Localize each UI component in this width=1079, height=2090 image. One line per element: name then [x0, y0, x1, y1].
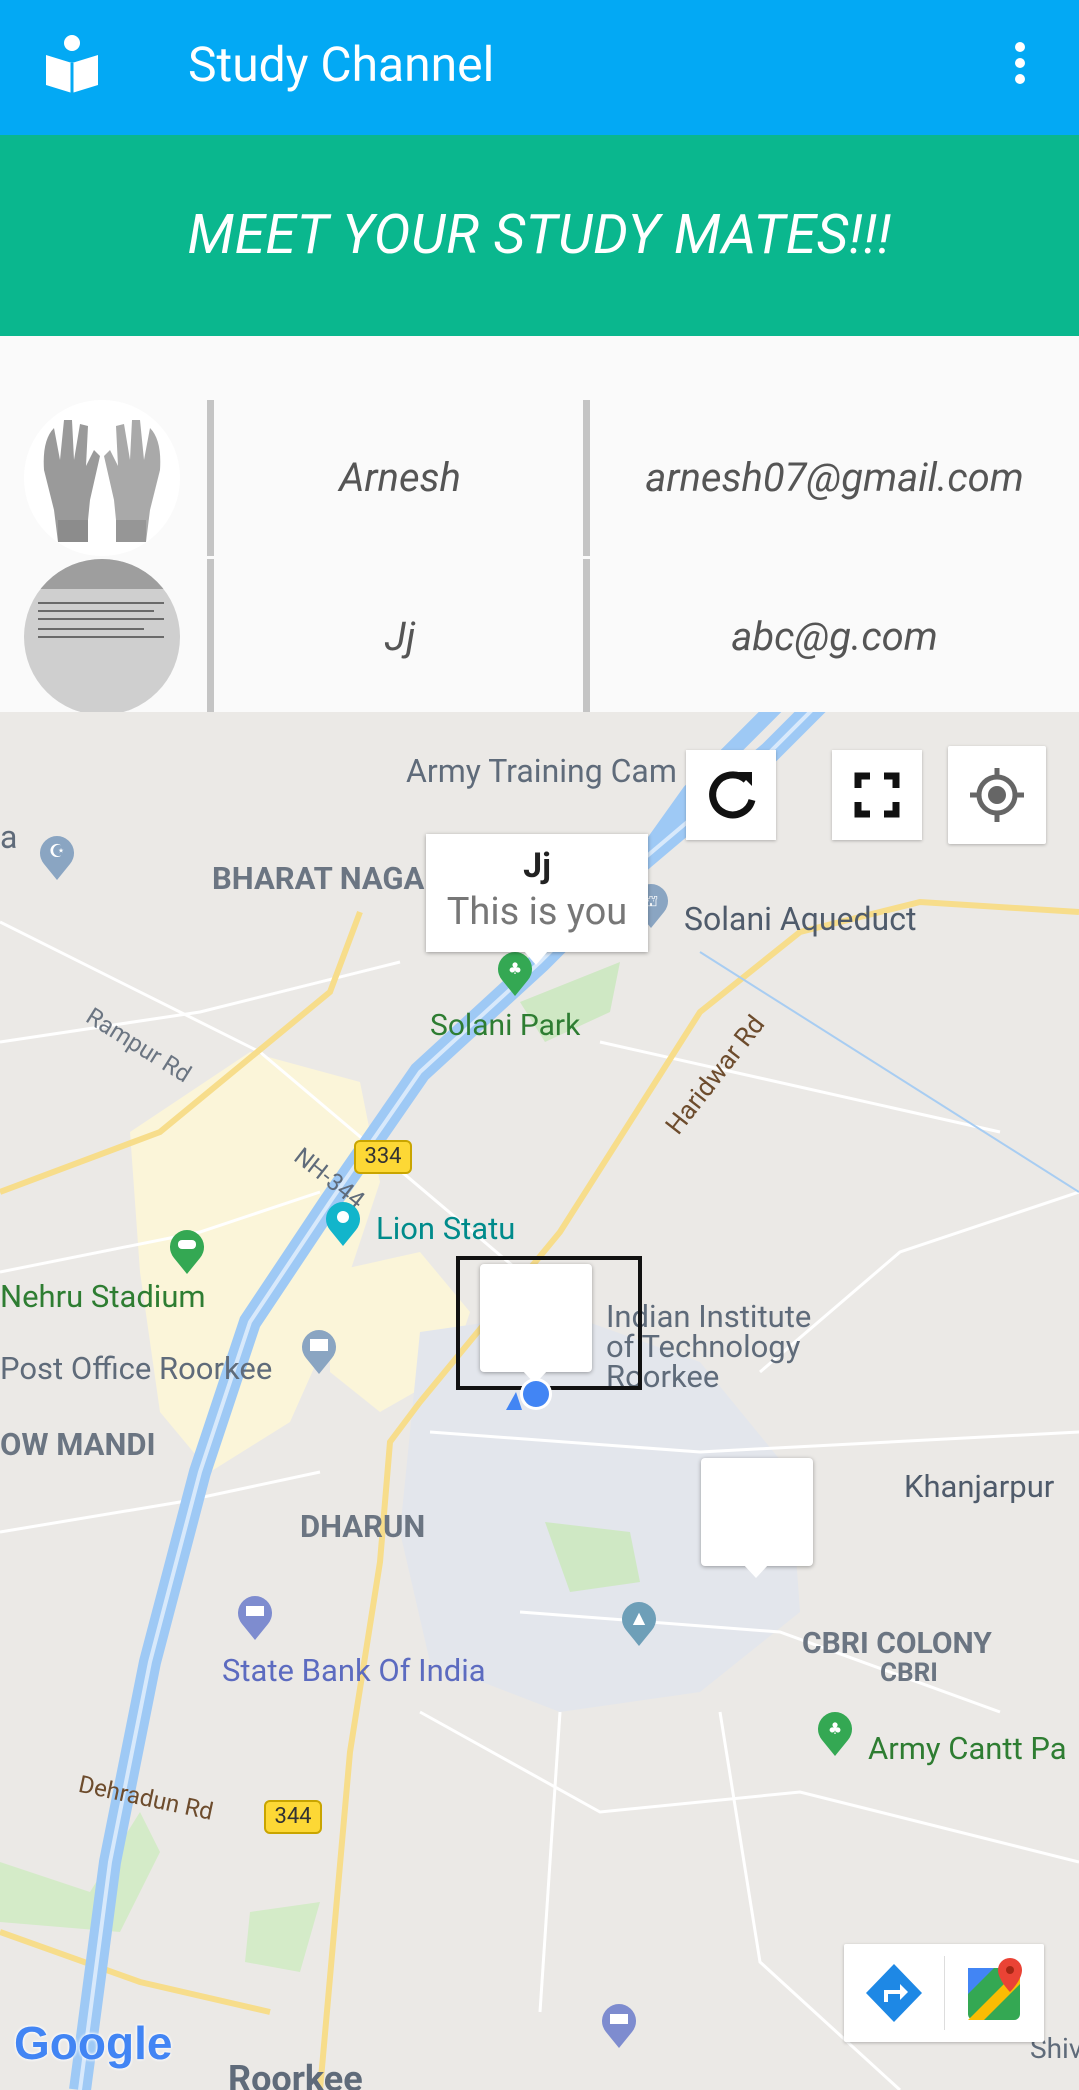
google-logo: Google [14, 2017, 173, 2069]
avatar [24, 400, 180, 556]
map-label: Solani Aqueduct [684, 900, 917, 938]
bank-pin-icon [602, 2004, 636, 2048]
map-label: Nehru Stadium [0, 1278, 206, 1315]
app-bar: Study Channel [0, 0, 1079, 135]
mosque-pin-icon: ☪ [40, 836, 74, 880]
refresh-icon [709, 771, 756, 819]
map-label: Army Training Cam [406, 752, 677, 790]
current-location-dot-icon [506, 1378, 552, 1410]
info-window-pointer [524, 951, 548, 965]
map-label: a [0, 818, 18, 856]
map-label: Khanjarpur [904, 1468, 1055, 1505]
reading-person-icon [46, 35, 98, 93]
divider [207, 400, 214, 556]
avatar [24, 559, 180, 712]
google-maps-icon [968, 1958, 1022, 2020]
my-location-button[interactable] [948, 746, 1046, 844]
camera-pin-icon [326, 1202, 360, 1246]
map-label: Solani Park [430, 1008, 581, 1043]
map-label: CBRI [880, 1658, 938, 1688]
map-label: Army Cantt Pa [868, 1730, 1067, 1767]
info-window-snippet: This is you [446, 890, 628, 934]
map-label: Post Office Roorkee [0, 1350, 273, 1387]
highway-shield: 334 [354, 1140, 412, 1174]
map-label: DHARUN [300, 1508, 426, 1545]
info-window-title: Jj [523, 846, 551, 886]
map-label: BHARAT NAGAR [212, 860, 445, 897]
more-vert-icon[interactable] [1004, 38, 1036, 88]
map-view[interactable]: Army Training Cam a BHARAT NAGAR Solani … [0, 712, 1079, 2090]
app-title: Study Channel [188, 36, 495, 93]
divider [583, 400, 590, 556]
map-label: Roorkee [228, 2058, 363, 2090]
mate-marker[interactable] [701, 1458, 813, 1566]
map-label: Lion Statu [376, 1210, 516, 1247]
mate-email: arnesh07@gmail.com [645, 454, 1024, 501]
mate-marker-pointer [743, 1564, 769, 1578]
user-marker[interactable] [480, 1264, 592, 1372]
divider [583, 559, 590, 712]
svg-text:♣: ♣ [828, 1719, 842, 1738]
svg-text:▲: ▲ [633, 1608, 646, 1627]
banner-text: MEET YOUR STUDY MATES!!! [187, 203, 892, 267]
map-label: OW MANDI [0, 1426, 156, 1463]
banner: MEET YOUR STUDY MATES!!! [0, 135, 1079, 336]
park-pin-icon: ♣ [818, 1712, 852, 1756]
divider [207, 559, 214, 712]
refresh-button[interactable] [686, 750, 776, 840]
university-pin-icon: ▲ [622, 1602, 656, 1646]
document-photo [24, 559, 180, 712]
bank-pin-icon [238, 1596, 272, 1640]
directions-icon [866, 1964, 922, 2022]
fullscreen-button[interactable] [832, 750, 922, 840]
gloves-photo [24, 400, 180, 556]
highway-shield: 344 [264, 1800, 322, 1834]
mate-email: abc@g.com [731, 613, 938, 660]
svg-text:♣: ♣ [508, 959, 522, 978]
google-maps-button[interactable] [944, 1944, 1044, 2042]
my-location-icon [970, 768, 1024, 822]
mate-name: Arnesh [339, 454, 461, 501]
list-item[interactable]: Jj abc@g.com [0, 559, 1079, 712]
map-toolbar [844, 1944, 1044, 2042]
svg-text:☪: ☪ [49, 841, 65, 862]
post-office-pin-icon [302, 1330, 336, 1374]
list-item[interactable]: Arnesh arnesh07@gmail.com [0, 336, 1079, 556]
map-label: State Bank Of India [222, 1652, 486, 1689]
fullscreen-icon [854, 772, 900, 818]
info-window[interactable]: Jj This is you [426, 834, 648, 952]
map-label: CBRI COLONY [802, 1626, 992, 1661]
directions-button[interactable] [844, 1944, 944, 2042]
mate-name: Jj [384, 613, 416, 660]
stadium-pin-icon [170, 1230, 204, 1274]
study-mates-list[interactable]: Arnesh arnesh07@gmail.com Jj abc@g.com [0, 336, 1079, 712]
